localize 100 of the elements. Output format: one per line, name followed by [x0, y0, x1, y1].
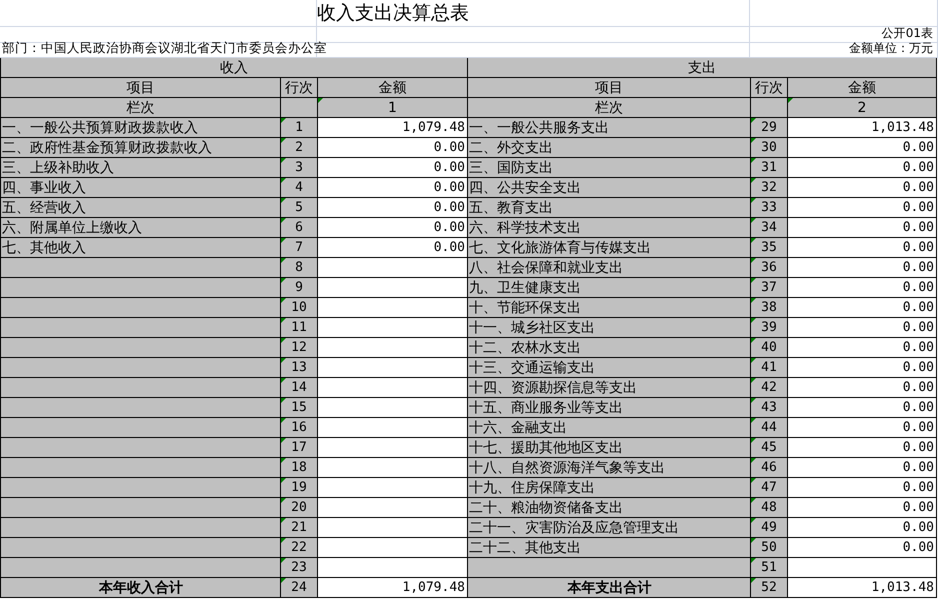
table-cell: 6	[281, 218, 318, 238]
table-cell: 六、科学技术支出	[468, 218, 751, 238]
header-cell: 2	[788, 98, 937, 118]
header-cell: 行次	[281, 78, 318, 98]
table-cell: 16	[281, 418, 318, 438]
header-cell: 项目	[1, 78, 281, 98]
unit-label: 金额单位：万元	[849, 40, 933, 57]
table-cell: 40	[751, 338, 788, 358]
table-cell: 0.00	[788, 318, 937, 338]
table-cell: 23	[281, 558, 318, 578]
table-cell: 六、附属单位上缴收入	[1, 218, 281, 238]
table-cell: 29	[751, 118, 788, 138]
table-cell: 44	[751, 418, 788, 438]
table-cell: 45	[751, 438, 788, 458]
table-cell: 21	[281, 518, 318, 538]
table-cell: 2	[281, 138, 318, 158]
table-cell: 36	[751, 258, 788, 278]
table-cell: 11	[281, 318, 318, 338]
table-cell: 13	[281, 358, 318, 378]
form-number: 公开01表	[882, 25, 933, 42]
table-cell: 9	[281, 278, 318, 298]
table-cell: 22	[281, 538, 318, 558]
table-cell: 33	[751, 198, 788, 218]
table-cell: 39	[751, 318, 788, 338]
table-cell: 0.00	[788, 438, 937, 458]
table-cell: 四、事业收入	[1, 178, 281, 198]
table-cell: 二十、粮油物资储备支出	[468, 498, 751, 518]
table-cell: 十六、金融支出	[468, 418, 751, 438]
table-cell: 18	[281, 458, 318, 478]
table-cell: 二十二、其他支出	[468, 538, 751, 558]
table-cell: 1	[281, 118, 318, 138]
table-cell: 46	[751, 458, 788, 478]
table-cell: 0.00	[788, 378, 937, 398]
table-cell: 二十一、灾害防治及应急管理支出	[468, 518, 751, 538]
table-cell: 十一、城乡社区支出	[468, 318, 751, 338]
table-cell: 51	[751, 558, 788, 578]
table-cell: 十二、农林水支出	[468, 338, 751, 358]
table-cell: 十八、自然资源海洋气象等支出	[468, 458, 751, 478]
table-cell: 42	[751, 378, 788, 398]
header-cell: 项目	[468, 78, 751, 98]
table-cell: 十七、援助其他地区支出	[468, 438, 751, 458]
table-cell: 1,013.48	[788, 118, 937, 138]
report-title: 收入支出决算总表	[317, 1, 469, 26]
department-label: 部门：中国人民政治协商会议湖北省天门市委员会办公室	[2, 40, 327, 57]
table-cell: 32	[751, 178, 788, 198]
header-cell: 行次	[751, 78, 788, 98]
table-cell: 七、其他收入	[1, 238, 281, 258]
table-cell: 0.00	[788, 398, 937, 418]
table-cell: 十、节能环保支出	[468, 298, 751, 318]
table-cell: 0.00	[788, 178, 937, 198]
table-cell: 八、社会保障和就业支出	[468, 258, 751, 278]
table-cell: 49	[751, 518, 788, 538]
table-cell: 0.00	[788, 358, 937, 378]
header-cell: 金额	[318, 78, 468, 98]
table-cell: 五、教育支出	[468, 198, 751, 218]
table-cell: 三、国防支出	[468, 158, 751, 178]
table-cell: 0.00	[788, 418, 937, 438]
table-cell: 19	[281, 478, 318, 498]
table-cell: 5	[281, 198, 318, 218]
table-cell: 7	[281, 238, 318, 258]
table-cell: 0.00	[788, 518, 937, 538]
table-cell: 31	[751, 158, 788, 178]
table-cell: 四、公共安全支出	[468, 178, 751, 198]
header-cell: 栏次	[468, 98, 751, 118]
table-cell: 一、一般公共服务支出	[468, 118, 751, 138]
table-cell: 本年收入合计	[1, 578, 281, 598]
table-cell: 七、文化旅游体育与传媒支出	[468, 238, 751, 258]
table-cell: 二、外交支出	[468, 138, 751, 158]
table-cell: 0.00	[788, 498, 937, 518]
table-cell: 0.00	[788, 538, 937, 558]
table-cell: 本年支出合计	[468, 578, 751, 598]
table-cell: 3	[281, 158, 318, 178]
table-cell: 0.00	[788, 478, 937, 498]
table-cell: 41	[751, 358, 788, 378]
table-cell: 35	[751, 238, 788, 258]
table-cell: 十三、交通运输支出	[468, 358, 751, 378]
table-cell: 一、一般公共预算财政拨款收入	[1, 118, 281, 138]
table-cell: 0.00	[788, 278, 937, 298]
table-cell: 15	[281, 398, 318, 418]
table-cell: 37	[751, 278, 788, 298]
table-cell: 0.00	[788, 138, 937, 158]
table-cell: 0.00	[788, 458, 937, 478]
table-cell: 1,013.48	[788, 578, 937, 598]
table-cell: 48	[751, 498, 788, 518]
table-cell: 43	[751, 398, 788, 418]
table-cell: 0.00	[788, 158, 937, 178]
header-cell: 支出	[468, 58, 937, 78]
table-cell: 4	[281, 178, 318, 198]
table-cell: 20	[281, 498, 318, 518]
table-cell: 九、卫生健康支出	[468, 278, 751, 298]
table-cell: 二、政府性基金预算财政拨款收入	[1, 138, 281, 158]
header-cell: 金额	[788, 78, 937, 98]
table-cell: 十九、住房保障支出	[468, 478, 751, 498]
table-cell: 十四、资源勘探信息等支出	[468, 378, 751, 398]
table-cell: 五、经营收入	[1, 198, 281, 218]
table-cell: 24	[281, 578, 318, 598]
table-cell: 十五、商业服务业等支出	[468, 398, 751, 418]
table-cell: 10	[281, 298, 318, 318]
table-cell: 12	[281, 338, 318, 358]
table-cell: 52	[751, 578, 788, 598]
